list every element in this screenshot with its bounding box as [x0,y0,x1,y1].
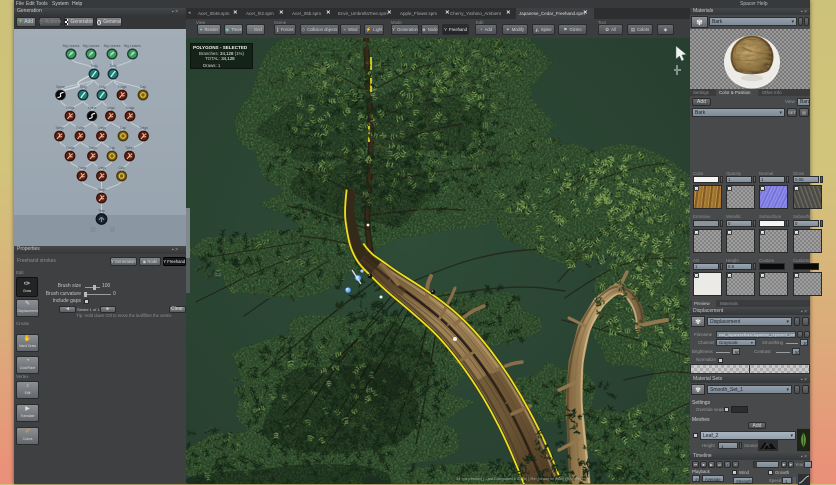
svg-text:Twigs: Twigs [97,126,106,130]
svg-text:Cap: Cap [120,126,126,130]
svg-text:Twig: Twig [110,64,117,68]
svg-text:Twigs: Twigs [88,146,97,150]
svg-text:Big Leaves: Big Leaves [104,44,121,48]
svg-text:Cap: Cap [118,166,124,170]
svg-text:Big Leaves: Big Leaves [124,44,141,48]
svg-text:Cap: Cap [109,146,115,150]
svg-text:Twigs: Twigs [78,166,87,170]
svg-text:Twigs: Twigs [106,106,115,110]
svg-text:Twigs: Twigs [97,166,106,170]
svg-text:Twig: Twig [80,85,87,89]
svg-text:Twigs: Twigs [118,85,127,89]
svg-text:Big Leaves: Big Leaves [63,44,80,48]
svg-text:Twigs: Twigs [55,126,64,130]
svg-text:Cap: Cap [140,85,146,89]
svg-text:Twig: Twig [99,85,106,89]
svg-text:Twigs: Twigs [139,126,148,130]
svg-text:Twigs: Twigs [66,106,75,110]
svg-text:Twigs: Twigs [76,126,85,130]
svg-text:Twigs: Twigs [126,106,135,110]
svg-text:Spine: Spine [56,85,65,89]
svg-text:Big Leaves: Big Leaves [83,44,100,48]
svg-text:Twigs: Twigs [125,146,134,150]
svg-text:Tree: Tree [98,209,105,213]
svg-text:Twig: Twig [91,64,98,68]
svg-text:Twigs: Twigs [97,188,106,192]
svg-text:Spine: Spine [88,106,97,110]
svg-text:Twigs: Twigs [66,146,75,150]
